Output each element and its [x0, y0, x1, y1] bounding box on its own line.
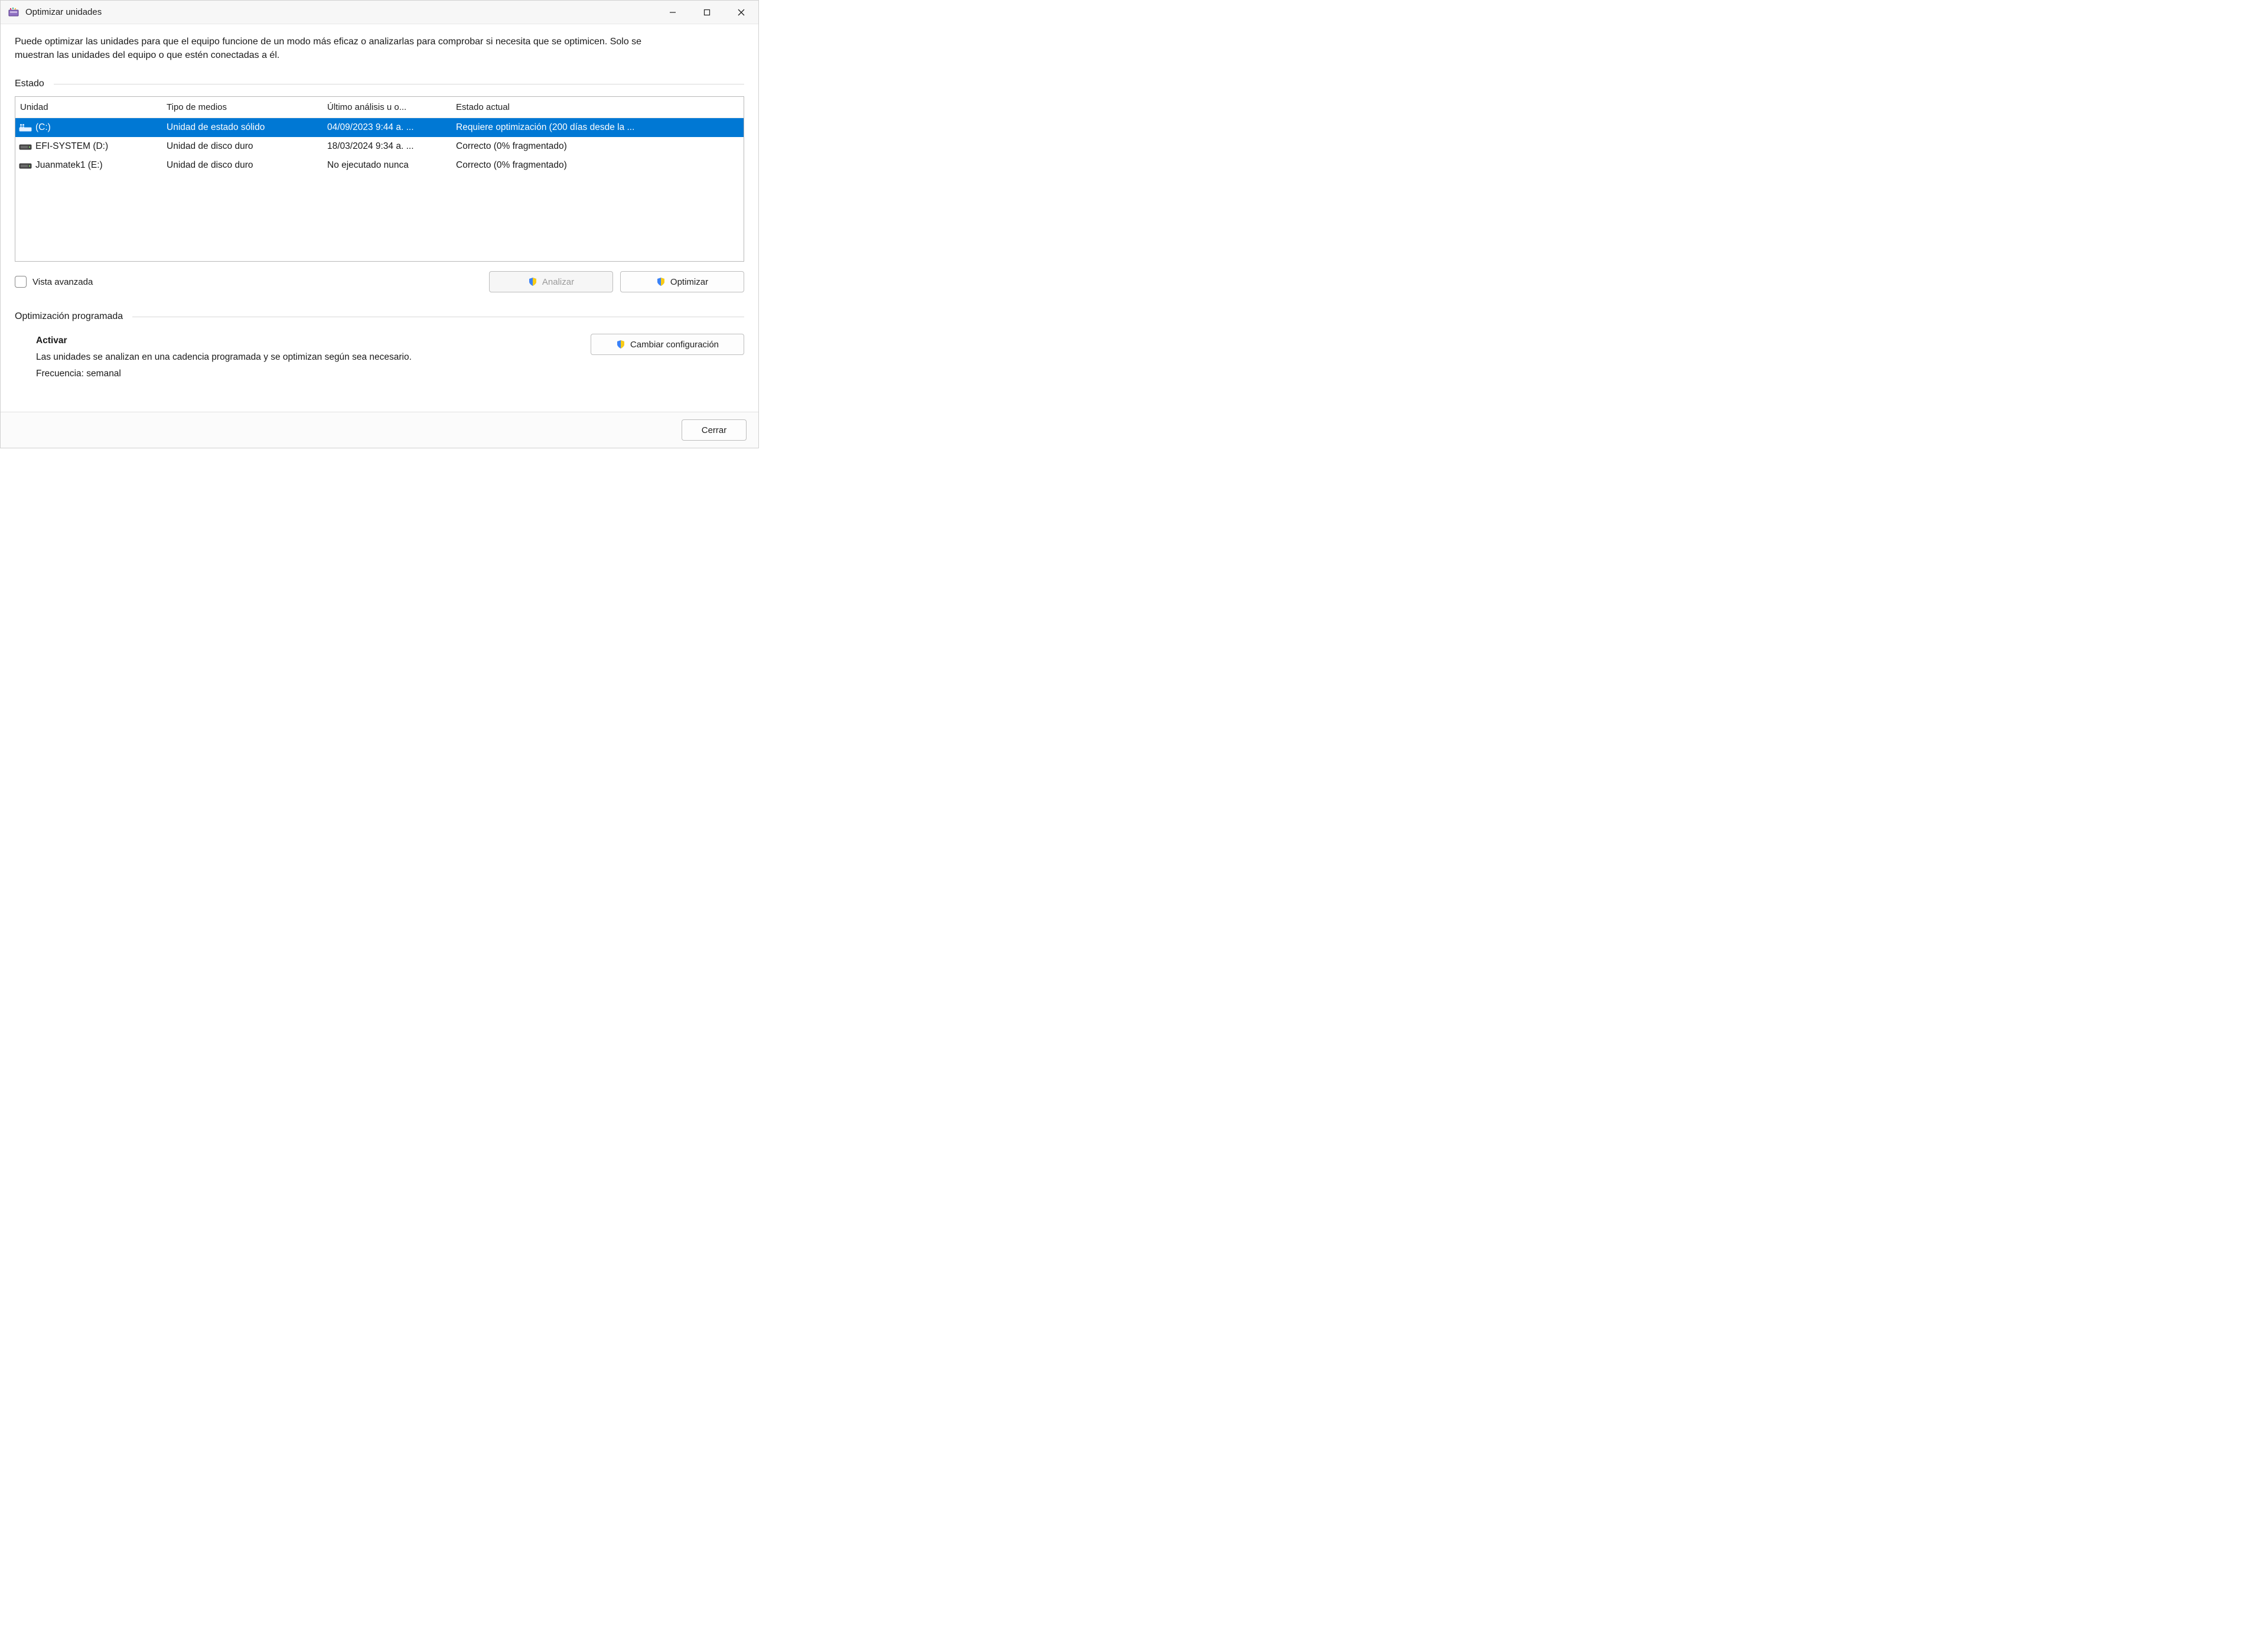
- scheduled-heading: Activar: [36, 333, 579, 349]
- drive-icon: [19, 161, 32, 170]
- drive-media-type: Unidad de estado sólido: [162, 122, 322, 133]
- table-row[interactable]: EFI-SYSTEM (D:) Unidad de disco duro 18/…: [15, 137, 744, 156]
- drive-name: EFI-SYSTEM (D:): [35, 141, 108, 152]
- scheduled-section: Optimización programada Activar Las unid…: [15, 311, 744, 382]
- minimize-button[interactable]: [656, 1, 690, 24]
- optimize-button-label: Optimizar: [670, 277, 708, 287]
- shield-icon: [616, 340, 625, 349]
- maximize-button[interactable]: [690, 1, 724, 24]
- advanced-view-label: Vista avanzada: [32, 277, 93, 287]
- column-header-state[interactable]: Estado actual: [451, 102, 716, 112]
- drive-name: (C:): [35, 122, 51, 133]
- scheduled-section-header: Optimización programada: [15, 311, 744, 322]
- below-table-row: Vista avanzada Analizar: [15, 271, 744, 292]
- scheduled-frequency: Frecuencia: semanal: [36, 366, 579, 382]
- content-area: Puede optimizar las unidades para que el…: [1, 24, 758, 412]
- checkbox-icon: [15, 276, 27, 288]
- titlebar: Optimizar unidades: [1, 1, 758, 24]
- app-icon: [8, 6, 19, 18]
- optimize-button[interactable]: Optimizar: [620, 271, 744, 292]
- table-row[interactable]: Juanmatek1 (E:) Unidad de disco duro No …: [15, 156, 744, 175]
- table-header: Unidad Tipo de medios Último análisis u …: [15, 97, 744, 118]
- drive-media-type: Unidad de disco duro: [162, 160, 322, 171]
- drive-icon: [19, 123, 32, 132]
- scheduled-text: Activar Las unidades se analizan en una …: [36, 333, 579, 382]
- close-dialog-button[interactable]: Cerrar: [682, 419, 747, 441]
- scheduled-body: Activar Las unidades se analizan en una …: [15, 333, 744, 382]
- drive-last-run: 04/09/2023 9:44 a. ...: [322, 122, 451, 133]
- drive-current-state: Correcto (0% fragmentado): [451, 141, 744, 152]
- optimize-drives-window: Optimizar unidades Puede optimizar las u…: [0, 0, 759, 448]
- status-section-label: Estado: [15, 79, 44, 89]
- shield-icon: [528, 277, 537, 286]
- close-button-label: Cerrar: [702, 425, 727, 435]
- status-section-header: Estado: [15, 79, 744, 89]
- drive-name: Juanmatek1 (E:): [35, 160, 103, 171]
- change-settings-button[interactable]: Cambiar configuración: [591, 334, 744, 355]
- table-row[interactable]: (C:) Unidad de estado sólido 04/09/2023 …: [15, 118, 744, 137]
- column-header-last[interactable]: Último análisis u o...: [322, 102, 451, 112]
- drive-icon: [19, 142, 32, 151]
- description-text: Puede optimizar las unidades para que el…: [15, 35, 682, 62]
- drives-table[interactable]: Unidad Tipo de medios Último análisis u …: [15, 96, 744, 262]
- drive-last-run: 18/03/2024 9:34 a. ...: [322, 141, 451, 152]
- change-settings-label: Cambiar configuración: [630, 340, 719, 350]
- advanced-view-checkbox[interactable]: Vista avanzada: [15, 276, 93, 288]
- shield-icon: [656, 277, 666, 286]
- column-header-unit[interactable]: Unidad: [15, 102, 162, 112]
- analyze-button-label: Analizar: [542, 277, 574, 287]
- analyze-button[interactable]: Analizar: [489, 271, 613, 292]
- drive-current-state: Correcto (0% fragmentado): [451, 160, 744, 171]
- window-title: Optimizar unidades: [25, 7, 102, 17]
- close-button[interactable]: [724, 1, 758, 24]
- drive-last-run: No ejecutado nunca: [322, 160, 451, 171]
- scheduled-description: Las unidades se analizan en una cadencia…: [36, 349, 579, 366]
- table-body: (C:) Unidad de estado sólido 04/09/2023 …: [15, 118, 744, 175]
- drive-media-type: Unidad de disco duro: [162, 141, 322, 152]
- bottom-bar: Cerrar: [1, 412, 758, 448]
- column-header-media[interactable]: Tipo de medios: [162, 102, 322, 112]
- window-controls: [656, 1, 758, 24]
- scheduled-section-label: Optimización programada: [15, 311, 123, 322]
- drive-current-state: Requiere optimización (200 días desde la…: [451, 122, 744, 133]
